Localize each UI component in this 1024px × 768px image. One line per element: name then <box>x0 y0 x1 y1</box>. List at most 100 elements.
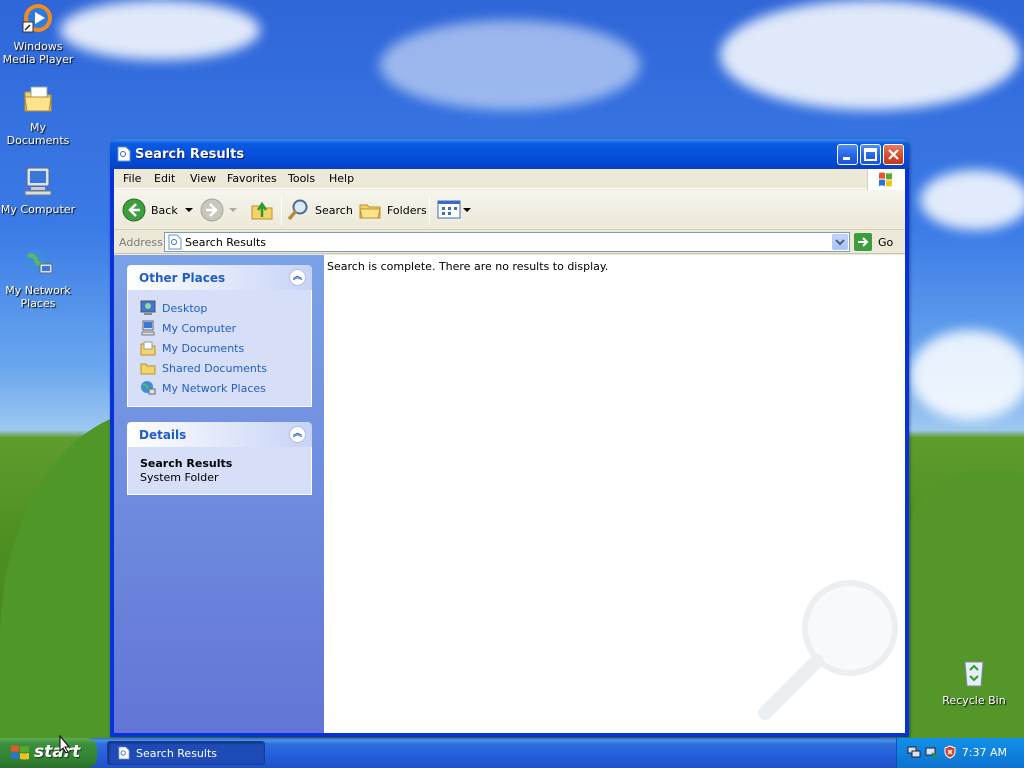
desktop-icon-label: Windows Media Player <box>2 40 74 66</box>
close-button[interactable] <box>883 144 904 165</box>
menu-favorites[interactable]: Favorites <box>227 172 277 185</box>
my-computer-icon <box>24 167 52 196</box>
taskbar-button-search-results[interactable]: Search Results <box>107 741 265 765</box>
minimize-icon <box>843 157 850 160</box>
address-field[interactable]: Search Results <box>164 232 850 252</box>
up-folder-button[interactable] <box>250 196 274 224</box>
search-icon <box>287 199 308 221</box>
back-arrow-icon <box>122 198 146 222</box>
back-button[interactable]: Back <box>122 196 196 224</box>
network-connection-icon[interactable] <box>907 745 921 759</box>
folders-label: Folders <box>387 203 427 217</box>
task-pane: Other Places ︽ Desktop My Computer My Do… <box>114 255 324 733</box>
taskbar-button-label: Search Results <box>136 747 218 760</box>
address-bar: Address Search Results Go <box>114 231 905 254</box>
desktop-icon-windows-media-player[interactable]: Windows Media Player <box>0 2 76 66</box>
other-places-panel: Other Places ︽ Desktop My Computer My Do… <box>127 265 312 407</box>
place-link-desktop[interactable]: Desktop <box>140 298 311 318</box>
clock[interactable]: 7:37 AM <box>962 746 1007 759</box>
collapse-chevron-icon[interactable]: ︽ <box>289 426 306 443</box>
views-button[interactable] <box>437 196 472 224</box>
address-value: Search Results <box>185 236 267 249</box>
details-header[interactable]: Details ︽ <box>127 422 312 447</box>
search-watermark-icon <box>758 580 898 720</box>
toolbar-separator <box>281 195 282 225</box>
views-icon <box>437 200 461 219</box>
details-type: System Folder <box>140 471 219 484</box>
folders-icon <box>359 204 381 219</box>
desktop-icon-label: Recycle Bin <box>942 694 1006 707</box>
menu-help[interactable]: Help <box>329 172 354 185</box>
details-name: Search Results <box>140 457 233 470</box>
place-label: Desktop <box>162 301 208 315</box>
taskbar: start Search Results 7:37 AM <box>0 738 1024 768</box>
wallpaper-cloud <box>920 170 1024 230</box>
windows-flag-icon <box>11 745 29 760</box>
wallpaper-cloud <box>380 20 640 110</box>
address-dropdown-button[interactable] <box>832 234 848 250</box>
start-button[interactable]: start <box>0 738 97 768</box>
start-label: start <box>34 742 81 762</box>
forward-dropdown-icon[interactable] <box>226 205 240 215</box>
security-center-shield-icon[interactable] <box>943 745 957 759</box>
place-link-my-computer[interactable]: My Computer <box>140 318 311 338</box>
desktop-icon-my-network-places[interactable]: My Network Places <box>0 246 76 310</box>
up-folder-icon <box>251 201 273 220</box>
toolbar-separator <box>429 195 430 225</box>
views-dropdown-icon <box>463 208 471 212</box>
menu-file[interactable]: File <box>123 172 141 185</box>
desktop-icon-label: My Documents <box>6 121 70 147</box>
wallpaper-cloud <box>720 0 1020 110</box>
menu-edit[interactable]: Edit <box>154 172 175 185</box>
windows-logo <box>867 169 905 191</box>
network-status-icon[interactable] <box>925 745 939 759</box>
desktop-icon-label: My Network Places <box>5 284 71 310</box>
results-pane[interactable]: Search is complete. There are no results… <box>324 255 905 733</box>
search-label: Search <box>315 203 353 217</box>
windows-flag-icon <box>879 172 892 187</box>
wallpaper-cloud <box>60 0 260 60</box>
other-places-header[interactable]: Other Places ︽ <box>127 265 312 290</box>
desktop-icon-my-computer[interactable]: My Computer <box>0 165 76 216</box>
standard-toolbar: Back Search Folders <box>114 190 905 230</box>
desktop-icon <box>140 300 156 315</box>
address-label: Address <box>119 236 163 249</box>
place-link-my-network-places[interactable]: My Network Places <box>140 378 311 398</box>
search-results-document-icon <box>118 746 130 760</box>
maximize-button[interactable] <box>860 144 881 165</box>
back-dropdown-icon[interactable] <box>182 205 196 215</box>
place-link-my-documents[interactable]: My Documents <box>140 338 311 358</box>
place-label: Shared Documents <box>162 361 267 375</box>
window-body: File Edit View Favorites Tools Help Back <box>114 169 905 733</box>
minimize-button[interactable] <box>837 144 858 165</box>
close-icon <box>888 149 899 160</box>
go-button[interactable]: Go <box>854 233 893 251</box>
menu-tools[interactable]: Tools <box>288 172 315 185</box>
results-message: Search is complete. There are no results… <box>327 260 609 273</box>
desktop-icon-my-documents[interactable]: My Documents <box>0 83 76 147</box>
my-documents-icon <box>140 341 156 356</box>
chevron-down-icon <box>835 239 845 246</box>
folders-button[interactable]: Folders <box>358 196 427 224</box>
place-label: My Documents <box>162 341 245 355</box>
mouse-pointer-icon <box>59 735 71 754</box>
network-places-icon <box>141 381 156 395</box>
go-arrow-icon <box>854 233 872 251</box>
recycle-bin-icon <box>964 661 984 687</box>
collapse-chevron-icon[interactable]: ︽ <box>289 269 306 286</box>
desktop-icon-label: My Computer <box>0 203 76 216</box>
search-button[interactable]: Search <box>286 196 353 224</box>
menu-view[interactable]: View <box>190 172 216 185</box>
details-panel: Details ︽ Search Results System Folder <box>127 422 312 495</box>
search-results-document-icon <box>168 234 182 250</box>
place-link-shared-documents[interactable]: Shared Documents <box>140 358 311 378</box>
media-player-icon <box>22 4 52 33</box>
window-title: Search Results <box>135 147 245 162</box>
my-documents-icon <box>24 86 52 112</box>
other-places-title: Other Places <box>139 271 226 285</box>
forward-button[interactable] <box>200 196 240 224</box>
back-label: Back <box>151 203 178 217</box>
title-bar[interactable]: Search Results <box>110 139 909 169</box>
details-title: Details <box>139 428 187 442</box>
desktop-icon-recycle-bin[interactable]: Recycle Bin <box>936 656 1012 707</box>
